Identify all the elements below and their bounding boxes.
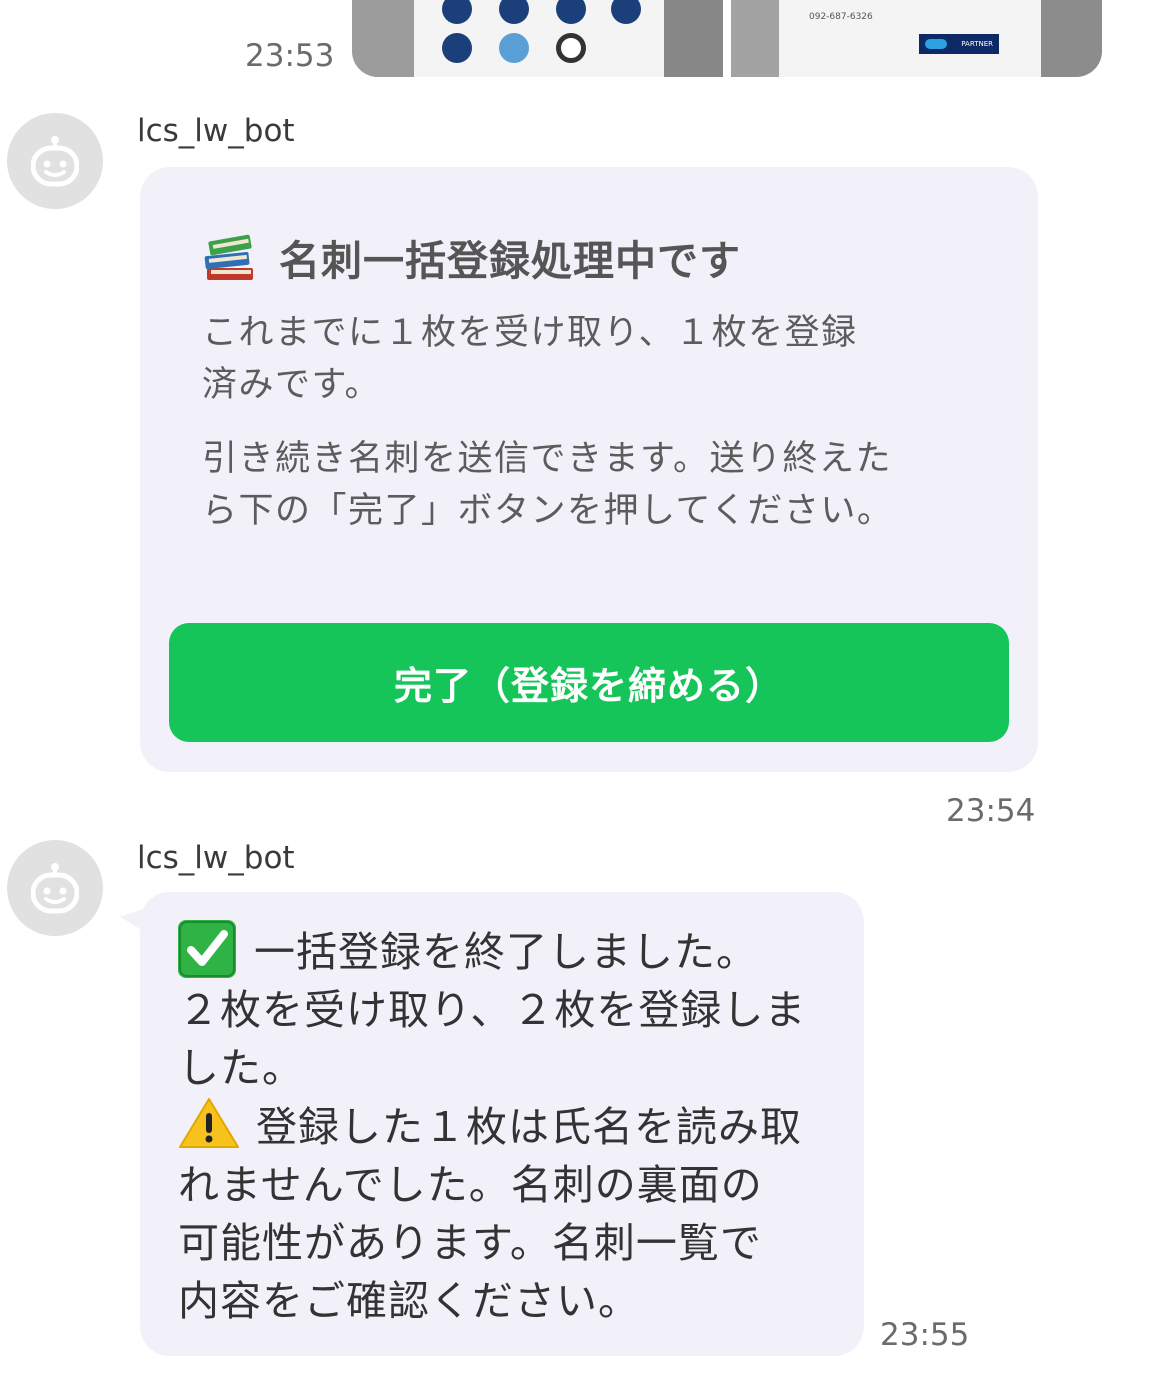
card-text-line: 済みです。 [202,365,382,405]
message-bubble[interactable]: 一括登録を終了しました。 ２枚を受け取り、２枚を登録しま した。 登録した１枚は… [140,892,864,1356]
warning-emoji-icon [179,1098,239,1148]
card-text-line: ら下の「完了」ボタンを押してください。 [202,491,894,531]
partner-badge-text: PARTNER [961,40,993,48]
books-emoji-icon [204,234,253,280]
business-card-image: 092-687-6326 PARTNER [779,0,1041,77]
card-text-line: これまでに１枚を受け取り、１枚を登録 [202,313,858,353]
business-card-image [414,0,664,77]
bot-avatar[interactable] [7,113,103,209]
check-mark-emoji-icon [178,920,236,978]
photo-background [664,0,723,77]
sender-name: lcs_lw_bot [137,113,295,149]
photo-background [352,0,414,77]
message-line: 内容をご確認ください。 [178,1277,640,1325]
message-line: ２枚を受け取り、２枚を登録しま [178,986,807,1034]
card-title-text: 名刺一括登録処理中です [279,237,741,285]
complete-registration-button[interactable]: 完了（登録を締める） [169,623,1009,742]
message-line: 登録した１枚は氏名を読み取 [178,1097,848,1156]
card-text-line: 引き続き名刺を送信できます。送り終えた [202,439,893,479]
card-progress-text: これまでに１枚を受け取り、１枚を登録 済みです。 [202,307,972,411]
timestamp: 23:55 [880,1317,970,1353]
card-phone-text: 092-687-6326 [809,12,873,22]
photo-background [1041,0,1102,77]
processing-card: 名刺一括登録処理中です これまでに１枚を受け取り、１枚を登録 済みです。 引き続… [140,167,1038,772]
card-instruction-text: 引き続き名刺を送信できます。送り終えた ら下の「完了」ボタンを押してください。 [202,433,972,537]
message-line: 可能性があります。名刺一覧で [178,1219,762,1267]
message-text: 一括登録を終了しました。 ２枚を受け取り、２枚を登録しま した。 登録した１枚は… [178,920,848,1330]
cloud-logo-icon [925,39,947,49]
certification-badge-icon [442,33,472,63]
certification-badge-icon [499,0,529,24]
message-line: 一括登録を終了しました。 [178,920,848,981]
copyright-icon [556,33,586,63]
bot-face-icon [31,863,79,914]
partner-badge: PARTNER [919,34,999,54]
timestamp: 23:54 [946,793,1036,829]
sender-name: lcs_lw_bot [137,840,295,876]
certification-badge-icon [499,33,529,63]
message-line: した。 [178,1044,304,1092]
message-line-text: 一括登録を終了しました。 [254,928,758,976]
sent-photo[interactable] [352,0,723,77]
card-title: 名刺一括登録処理中です [203,227,741,287]
photo-background [731,0,779,77]
certification-badge-icon [611,0,641,24]
bot-face-icon [31,136,79,187]
timestamp: 23:53 [245,38,335,74]
message-line-text: 登録した１枚は氏名を読み取 [256,1103,802,1151]
message-line: れませんでした。名刺の裏面の [178,1161,763,1209]
sent-photos-row: 23:53 092-687-6326 PARTNER [0,0,1150,80]
sent-photo[interactable]: 092-687-6326 PARTNER [731,0,1102,77]
certification-badge-icon [442,0,472,24]
bot-avatar[interactable] [7,840,103,936]
certification-badge-icon [556,0,586,24]
